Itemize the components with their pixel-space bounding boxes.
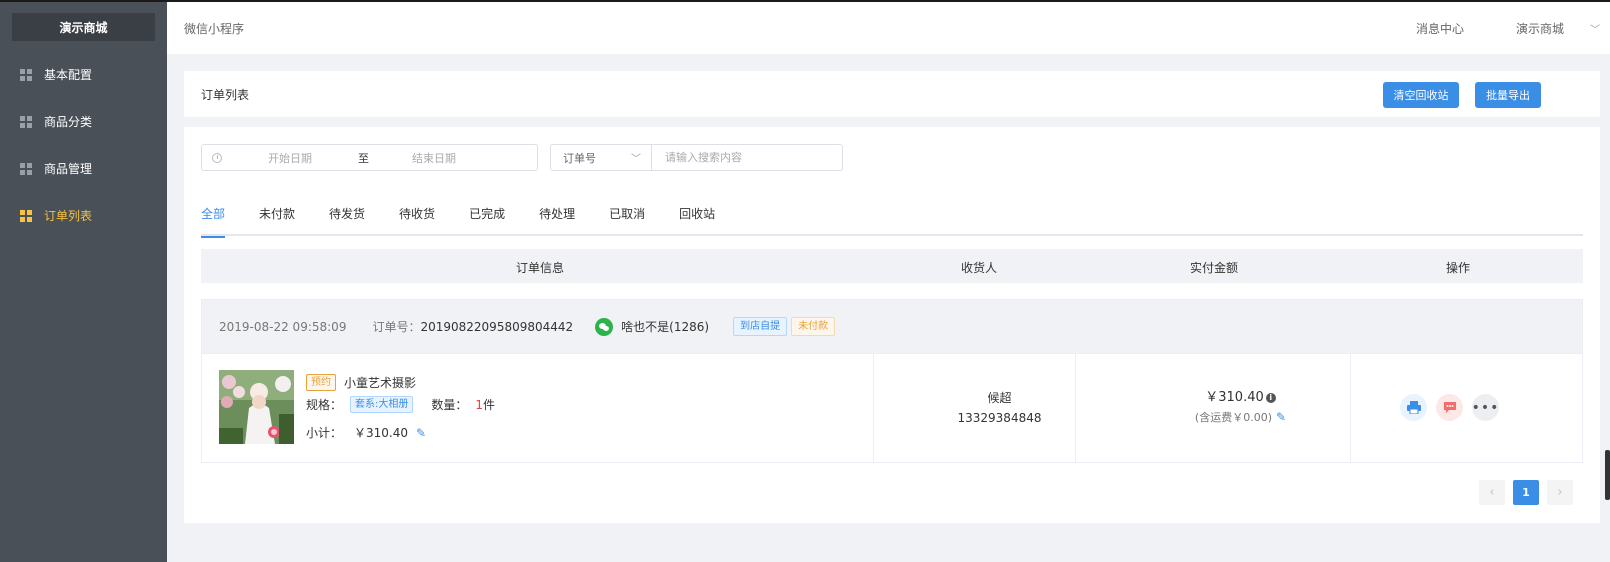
clock-icon (212, 152, 222, 163)
top-header: 微信小程序 消息中心 演示商城 ﹀ (167, 2, 1610, 54)
prev-page-button[interactable]: ‹ (1479, 480, 1505, 505)
receiver-phone: 13329384848 (957, 411, 1042, 425)
wechat-icon (595, 317, 614, 336)
tab-completed[interactable]: 已完成 (469, 207, 505, 236)
grid-icon (20, 162, 32, 175)
sidebar-menu: 基本配置 商品分类 商品管理 订单列表 (0, 51, 167, 239)
clear-recycle-button[interactable]: 清空回收站 (1383, 82, 1459, 108)
table-header: 订单信息 收货人 实付金额 操作 (201, 249, 1583, 283)
more-dots-icon: ••• (1471, 399, 1500, 416)
spec-label: 规格： (306, 398, 343, 412)
message-center-link[interactable]: 消息中心 (1416, 20, 1464, 37)
order-card-body: 预约 小童艺术摄影 规格： 套系:大相册 数量： 1 件 小计： ￥310.40… (202, 354, 1582, 462)
column-divider (873, 354, 874, 462)
chat-icon (1443, 402, 1456, 413)
order-card-header: 2019-08-22 09:58:09 订单号：2019082209580980… (202, 300, 1582, 354)
sidebar-item-products[interactable]: 商品管理 (0, 145, 167, 192)
tab-to-receive[interactable]: 待收货 (399, 207, 435, 236)
order-number-value: 20190822095809804442 (420, 320, 574, 334)
grid-icon (20, 209, 32, 222)
page-title-bar: 订单列表 清空回收站 批量导出 (184, 71, 1600, 117)
shipping-fee-note: (含运费￥0.00) (1194, 411, 1272, 424)
search-input[interactable] (651, 144, 843, 171)
end-date-input[interactable]: 结束日期 (412, 150, 456, 166)
batch-export-button[interactable]: 批量导出 (1475, 82, 1541, 108)
tab-all[interactable]: 全部 (201, 207, 226, 238)
qty-value: 1 (475, 397, 484, 412)
edit-pencil-icon[interactable]: ✎ (1276, 410, 1286, 424)
grid-icon (20, 115, 32, 128)
order-status-tabs: 全部 未付款 待发货 待收货 已完成 待处理 已取消 回收站 (201, 207, 1583, 238)
receiver-info: 候超 13329384848 (896, 388, 1103, 428)
order-time: 2019-08-22 09:58:09 (219, 319, 347, 334)
store-switcher[interactable]: 演示商城 ﹀ (1490, 20, 1600, 37)
chevron-down-icon: ﹀ (631, 154, 641, 165)
order-actions: ••• (1378, 394, 1584, 421)
date-range-picker[interactable]: 开始日期 至 结束日期 (201, 144, 538, 171)
pay-status-badge: 未付款 (791, 317, 836, 336)
breadcrumb[interactable]: 微信小程序 (184, 20, 244, 37)
info-icon[interactable]: i (1265, 393, 1276, 403)
order-list-panel: 开始日期 至 结束日期 订单号 ﹀ 全部 未付款 待发货 待收货 已完成 待处理… (184, 127, 1600, 523)
sidebar-item-category[interactable]: 商品分类 (0, 98, 167, 145)
product-spec-line: 规格： 套系:大相册 数量： 1 件 (306, 396, 495, 413)
product-subtotal-line: 小计： ￥310.40 ✎ (306, 424, 426, 441)
print-button[interactable] (1400, 394, 1427, 421)
sidebar-item-label: 基本配置 (44, 68, 93, 82)
start-date-input[interactable]: 开始日期 (268, 150, 312, 166)
receiver-name: 候超 (987, 391, 1012, 405)
tab-recycle-bin[interactable]: 回收站 (679, 207, 715, 236)
order-number-label: 订单号： (372, 320, 421, 334)
message-button[interactable] (1436, 394, 1463, 421)
page-title: 订单列表 (201, 87, 250, 102)
tab-unpaid[interactable]: 未付款 (259, 207, 295, 236)
tab-to-ship[interactable]: 待发货 (329, 207, 365, 236)
more-button[interactable]: ••• (1472, 394, 1499, 421)
product-thumbnail[interactable] (219, 370, 294, 444)
scrollbar-handle[interactable] (1605, 450, 1610, 500)
order-card: 2019-08-22 09:58:09 订单号：2019082209580980… (201, 299, 1583, 463)
range-separator: 至 (358, 151, 369, 165)
col-receiver: 收货人 (961, 261, 998, 275)
col-paid-amount: 实付金额 (1190, 261, 1239, 275)
spec-badge: 套系:大相册 (350, 396, 414, 413)
order-number: 订单号：20190822095809804442 (372, 318, 573, 335)
sidebar-item-label: 订单列表 (44, 209, 93, 223)
brand-logo[interactable]: 演示商城 (12, 13, 155, 41)
sidebar-item-label: 商品分类 (44, 115, 93, 129)
subtotal-label: 小计： (306, 426, 343, 440)
header-right: 消息中心 演示商城 ﹀ (1390, 2, 1600, 54)
qty-unit: 件 (483, 398, 496, 412)
pagination: ‹ 1 › (1479, 480, 1581, 505)
col-order-info: 订单信息 (516, 261, 565, 275)
qty-label: 数量： (431, 398, 468, 412)
product-name[interactable]: 小童艺术摄影 (344, 374, 416, 391)
sidebar-item-label: 商品管理 (44, 162, 93, 176)
buyer-name: 啥也不是(1286) (621, 320, 710, 334)
paid-amount-cell: ￥310.40 i (含运费￥0.00) ✎ (1103, 386, 1378, 425)
edit-pencil-icon[interactable]: ✎ (416, 426, 426, 440)
next-page-button[interactable]: › (1547, 480, 1573, 505)
subtotal-value: ￥310.40 (354, 426, 409, 440)
page-button-current[interactable]: 1 (1513, 480, 1539, 505)
preorder-badge: 预约 (306, 374, 336, 391)
grid-icon (20, 68, 32, 81)
sidebar-item-orders[interactable]: 订单列表 (0, 192, 167, 239)
store-name: 演示商城 (1515, 21, 1564, 36)
product-title-line: 预约 小童艺术摄影 (306, 374, 416, 391)
tab-pending[interactable]: 待处理 (539, 207, 575, 236)
printer-icon (1406, 401, 1421, 414)
search-field-value: 订单号 (563, 151, 596, 165)
tab-cancelled[interactable]: 已取消 (609, 207, 645, 236)
chevron-down-icon: ﹀ (1590, 24, 1600, 36)
delivery-type-badge: 到店自提 (733, 317, 788, 336)
sidebar: 演示商城 基本配置 商品分类 商品管理 订单列表 (0, 2, 167, 562)
col-actions: 操作 (1446, 261, 1471, 275)
sidebar-item-basic-config[interactable]: 基本配置 (0, 51, 167, 98)
search-field-select[interactable]: 订单号 ﹀ (550, 144, 652, 171)
paid-amount: ￥310.40 (1205, 390, 1264, 405)
